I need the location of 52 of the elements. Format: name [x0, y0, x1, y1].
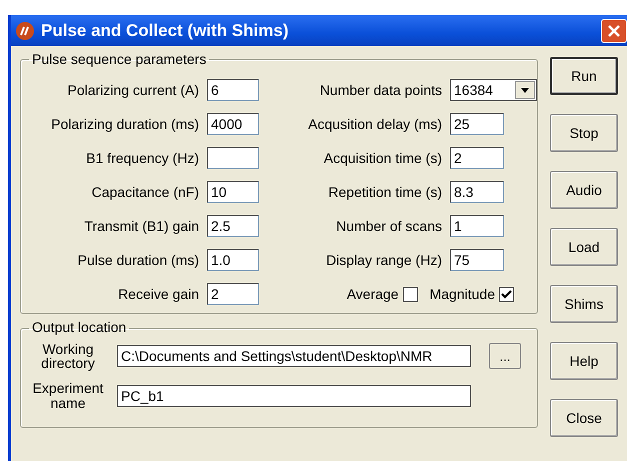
field-label: Experiment name: [32, 381, 104, 411]
field-label: Polarizing duration (ms): [50, 114, 199, 134]
field-label: Pulse duration (ms): [76, 250, 199, 270]
text-field[interactable]: PC_b1: [117, 384, 471, 407]
text-field[interactable]: 25: [450, 113, 504, 136]
text-field[interactable]: 2: [207, 283, 259, 306]
dialog-button[interactable]: Load: [550, 228, 618, 266]
field-label: Display range (Hz): [325, 250, 442, 270]
dialog-button[interactable]: Help: [550, 342, 618, 380]
field-label: Acquisition time (s): [322, 148, 442, 168]
text-field[interactable]: 75: [450, 249, 504, 272]
text-field[interactable]: 2.5: [207, 215, 259, 238]
field-label: Transmit (B1) gain: [83, 216, 199, 236]
group-title: Output location: [31, 320, 128, 336]
browse-button[interactable]: ...: [489, 343, 521, 370]
dropdown-arrow-icon: [521, 88, 529, 93]
field-label: Acqusition delay (ms): [307, 114, 442, 134]
field-label: B1 frequency (Hz): [85, 148, 199, 168]
checkbox[interactable]: [499, 286, 514, 302]
text-field[interactable]: C:\Documents and Settings\student\Desktop\NMR: [117, 345, 471, 368]
dialog-button[interactable]: Shims: [550, 285, 618, 323]
check-icon: [501, 290, 512, 299]
checkbox[interactable]: [402, 286, 418, 302]
close-button[interactable]: [601, 18, 627, 42]
text-field[interactable]: 1.0: [207, 249, 259, 272]
field-label: Number data points: [318, 80, 442, 100]
dialog-button[interactable]: Run: [550, 57, 618, 95]
dialog-button[interactable]: Audio: [550, 171, 618, 209]
field-label: Number of scans: [335, 216, 442, 236]
dropdown-button[interactable]: [515, 81, 535, 100]
field-label: Working directory: [40, 342, 96, 372]
text-field[interactable]: 2: [450, 147, 504, 170]
field-label: Capacitance (nF): [90, 182, 199, 202]
text-field[interactable]: 8.3: [450, 181, 504, 204]
text-field[interactable]: 10: [207, 181, 259, 204]
close-icon: [607, 24, 621, 38]
dialog-button[interactable]: Close: [550, 399, 618, 437]
dialog-button[interactable]: Stop: [550, 114, 618, 152]
dropdown-value: 16384: [454, 80, 493, 100]
text-field[interactable]: [207, 147, 259, 170]
text-field[interactable]: 6: [207, 79, 259, 102]
text-field[interactable]: 4000: [207, 113, 259, 136]
field-label: Repetition time (s): [327, 182, 442, 202]
group-title: Pulse sequence parameters: [31, 52, 208, 68]
app-logo-icon: [15, 20, 35, 40]
field-label: Receive gain: [117, 284, 199, 304]
checkbox-label: Average: [346, 284, 399, 304]
checkbox-label: Magnitude: [430, 284, 495, 304]
window-title: Pulse and Collect (with Shims): [41, 20, 288, 42]
field-label: Polarizing current (A): [66, 80, 199, 100]
text-field[interactable]: 1: [450, 215, 504, 238]
dropdown-field[interactable]: 16384: [450, 79, 537, 102]
